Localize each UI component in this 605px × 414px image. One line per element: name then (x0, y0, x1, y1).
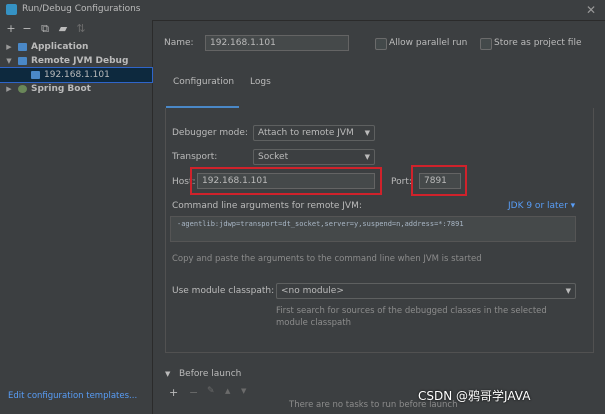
configurations-sidebar: + − ⧉ ▰ ⇅ ▶ Application ▼ Remote JVM Deb… (0, 20, 153, 414)
csdn-watermark: CSDN @鸦哥学JAVA (418, 389, 531, 403)
intellij-app-icon (6, 4, 17, 15)
tree-item-label: Spring Boot (31, 84, 91, 94)
move-up-icon[interactable]: ▲ (225, 387, 230, 395)
chevron-down-icon[interactable]: ▼ (165, 370, 170, 378)
window-title: Run/Debug Configurations (22, 4, 141, 14)
remove-icon[interactable]: − (20, 22, 34, 36)
cmdline-hint: Copy and paste the arguments to the comm… (172, 254, 482, 264)
configuration-editor: Name: Allow parallel run Store as projec… (153, 20, 605, 414)
folder-icon[interactable]: ▰ (56, 22, 70, 36)
sidebar-toolbar: + − ⧉ ▰ ⇅ (0, 20, 152, 38)
configuration-panel: Debugger mode: Attach to remote JVM ▼ Tr… (165, 108, 594, 353)
tab-logs[interactable]: Logs (250, 77, 271, 87)
cmdline-label: Command line arguments for remote JVM: (172, 201, 362, 211)
module-classpath-select[interactable]: <no module> ▼ (276, 283, 576, 299)
chevron-right-icon[interactable]: ▶ (5, 40, 13, 54)
remove-task-icon[interactable]: − (189, 386, 198, 399)
host-label: Host: (172, 177, 196, 187)
copy-icon[interactable]: ⧉ (38, 22, 52, 36)
add-task-icon[interactable]: + (169, 386, 178, 399)
store-as-project-file-checkbox[interactable] (480, 38, 492, 50)
chevron-down-icon[interactable]: ▼ (5, 54, 13, 68)
transport-value: Socket (258, 152, 289, 162)
port-label: Port: (391, 177, 412, 187)
tree-item-label: Application (31, 42, 89, 52)
title-bar: Run/Debug Configurations ✕ (0, 0, 605, 21)
debugger-mode-value: Attach to remote JVM (258, 128, 354, 138)
host-input[interactable] (197, 173, 375, 189)
spring-boot-icon (18, 85, 27, 93)
chevron-right-icon[interactable]: ▶ (5, 82, 13, 96)
module-hint-line-2: module classpath (276, 318, 351, 328)
name-label: Name: (164, 38, 194, 48)
remote-debug-icon (31, 71, 40, 79)
sort-icon[interactable]: ⇅ (74, 22, 88, 36)
debugger-mode-select[interactable]: Attach to remote JVM ▼ (253, 125, 375, 141)
transport-select[interactable]: Socket ▼ (253, 149, 375, 165)
allow-parallel-run-label: Allow parallel run (389, 38, 468, 48)
chevron-down-icon: ▼ (364, 129, 370, 137)
tree-item-spring-boot[interactable]: ▶ Spring Boot (0, 82, 152, 96)
chevron-down-icon: ▼ (565, 287, 571, 295)
tree-item-application[interactable]: ▶ Application (0, 40, 152, 54)
move-down-icon[interactable]: ▼ (241, 387, 246, 395)
name-input[interactable] (205, 35, 349, 51)
tree-item-label: Remote JVM Debug (31, 56, 129, 66)
debugger-mode-label: Debugger mode: (172, 128, 248, 138)
edit-configuration-templates-link[interactable]: Edit configuration templates... (8, 391, 137, 401)
transport-label: Transport: (172, 152, 218, 162)
tab-configuration[interactable]: Configuration (173, 77, 234, 87)
port-input[interactable] (419, 173, 461, 189)
jdk-version-link[interactable]: JDK 9 or later ▾ (508, 201, 575, 211)
store-as-project-file-label: Store as project file (494, 38, 582, 48)
close-icon[interactable]: ✕ (583, 2, 599, 18)
remote-debug-icon (18, 57, 27, 65)
edit-task-icon[interactable]: ✎ (207, 386, 215, 396)
module-hint-line-1: First search for sources of the debugged… (276, 306, 547, 316)
module-classpath-label: Use module classpath: (172, 286, 275, 296)
chevron-down-icon: ▼ (364, 153, 370, 161)
cmdline-arguments-text[interactable]: -agentlib:jdwp=transport=dt_socket,serve… (170, 216, 576, 242)
add-icon[interactable]: + (4, 22, 18, 36)
tree-item-remote-jvm-debug[interactable]: ▼ Remote JVM Debug (0, 54, 152, 68)
tree-item-192-168-1-101[interactable]: 192.168.1.101 (0, 67, 153, 83)
before-launch-label[interactable]: Before launch (179, 369, 241, 379)
tree-item-label: 192.168.1.101 (44, 70, 110, 80)
module-classpath-value: <no module> (281, 286, 344, 296)
allow-parallel-run-checkbox[interactable] (375, 38, 387, 50)
application-icon (18, 43, 27, 51)
